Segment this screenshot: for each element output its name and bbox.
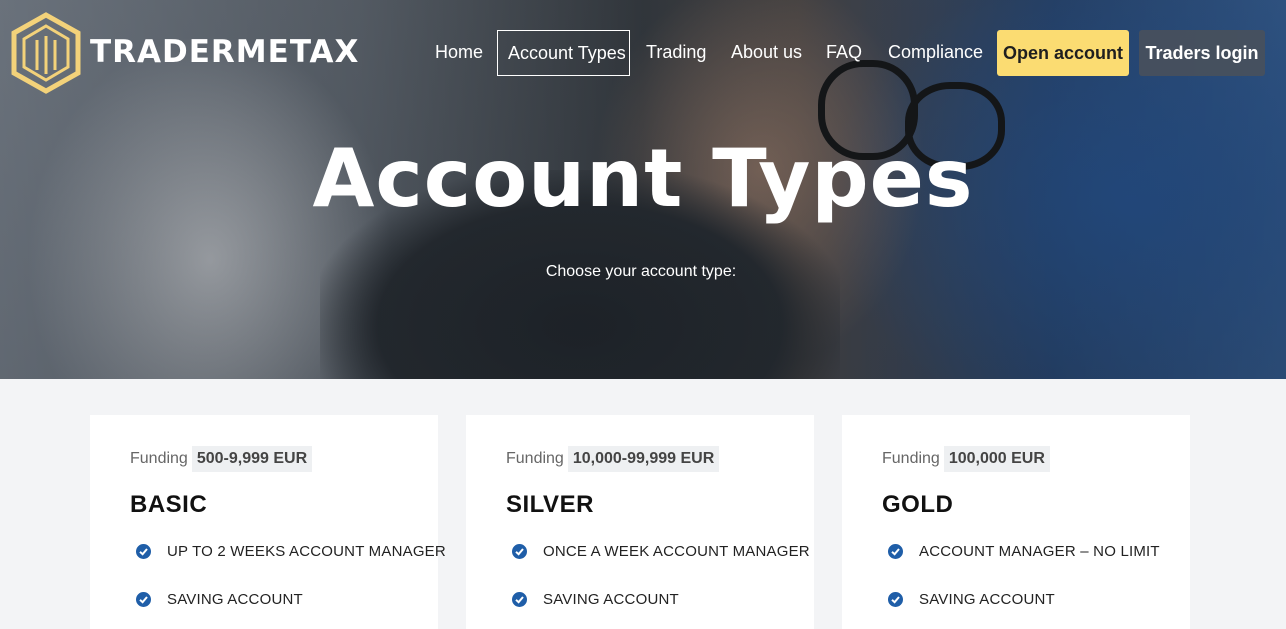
nav-account-types[interactable]: Account Types — [497, 30, 630, 76]
feature-item: SAVING ACCOUNT — [512, 591, 679, 608]
check-circle-icon — [888, 592, 903, 607]
nav-about-us[interactable]: About us — [731, 30, 802, 76]
funding-row: Funding 100,000 EUR — [882, 445, 1050, 473]
check-circle-icon — [512, 544, 527, 559]
funding-label: Funding — [882, 450, 940, 467]
funding-label: Funding — [130, 450, 188, 467]
brand-name[interactable]: TRADERMETAX — [90, 34, 359, 70]
feature-text: UP TO 2 WEEKS ACCOUNT MANAGER — [167, 543, 446, 560]
check-circle-icon — [512, 592, 527, 607]
funding-amount: 500-9,999 EUR — [191, 446, 313, 472]
page-subtitle: Choose your account type: — [545, 263, 737, 280]
nav-home[interactable]: Home — [435, 30, 483, 76]
funding-amount: 10,000-99,999 EUR — [567, 446, 720, 472]
funding-row: Funding 10,000-99,999 EUR — [506, 445, 720, 473]
hexagon-logo-icon[interactable] — [10, 12, 82, 94]
traders-login-button[interactable]: Traders login — [1139, 30, 1265, 76]
account-card-silver: Funding 10,000-99,999 EUR SILVER ONCE A … — [466, 415, 814, 629]
account-card-gold: Funding 100,000 EUR GOLD ACCOUNT MANAGER… — [842, 415, 1190, 629]
feature-text: ACCOUNT MANAGER – NO LIMIT — [919, 543, 1160, 560]
funding-label: Funding — [506, 450, 564, 467]
account-card-basic: Funding 500-9,999 EUR BASIC UP TO 2 WEEK… — [90, 415, 446, 629]
feature-item: ACCOUNT MANAGER – NO LIMIT — [888, 543, 1160, 560]
feature-text: SAVING ACCOUNT — [543, 591, 679, 608]
nav-faq[interactable]: FAQ — [826, 30, 862, 76]
feature-item: ONCE A WEEK ACCOUNT MANAGER — [512, 543, 810, 560]
funding-row: Funding 500-9,999 EUR — [130, 445, 313, 473]
feature-text: SAVING ACCOUNT — [167, 591, 303, 608]
nav-trading[interactable]: Trading — [646, 30, 706, 76]
feature-text: ONCE A WEEK ACCOUNT MANAGER — [543, 543, 810, 560]
feature-item: SAVING ACCOUNT — [888, 591, 1055, 608]
check-circle-icon — [136, 592, 151, 607]
check-circle-icon — [136, 544, 151, 559]
feature-item: UP TO 2 WEEKS ACCOUNT MANAGER — [136, 543, 446, 560]
card-title: GOLD — [882, 491, 954, 518]
open-account-button[interactable]: Open account — [997, 30, 1129, 76]
check-circle-icon — [888, 544, 903, 559]
page-title: Account Types — [312, 132, 974, 225]
feature-text: SAVING ACCOUNT — [919, 591, 1055, 608]
card-title: BASIC — [130, 491, 208, 518]
funding-amount: 100,000 EUR — [943, 446, 1050, 472]
feature-item: SAVING ACCOUNT — [136, 591, 303, 608]
nav-compliance[interactable]: Compliance — [888, 30, 983, 76]
card-title: SILVER — [506, 491, 594, 518]
